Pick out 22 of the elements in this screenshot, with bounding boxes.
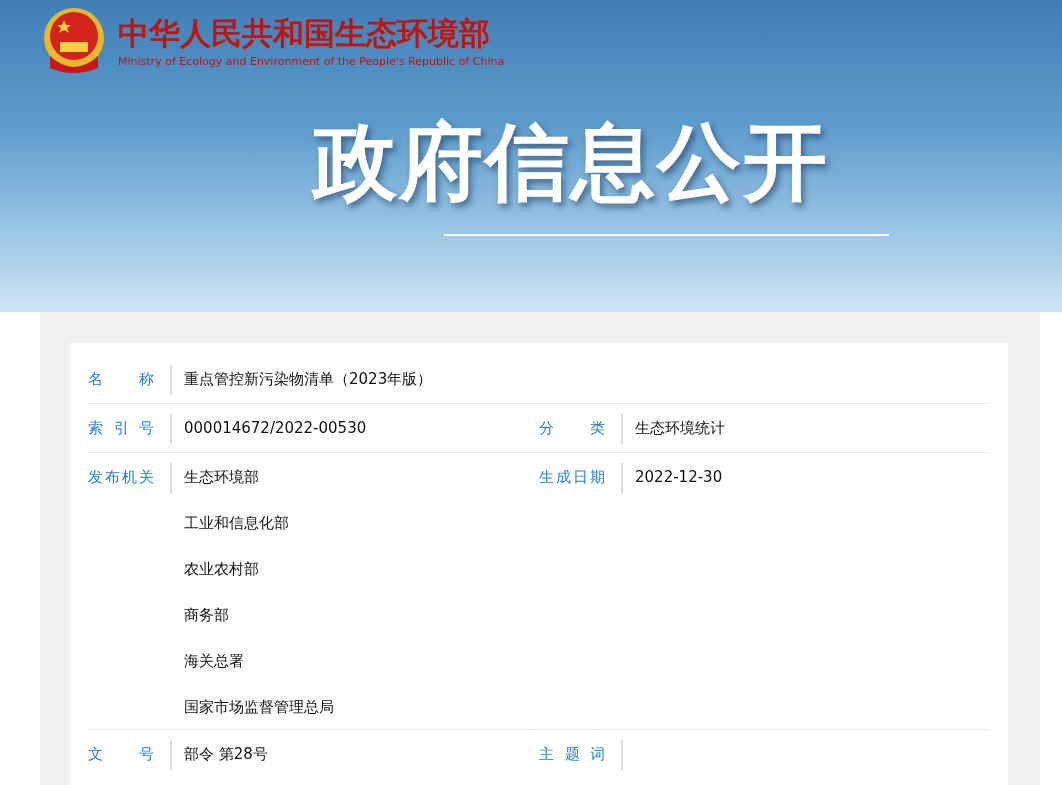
field-value: 海关总署 <box>184 651 245 672</box>
field-value: 农业农村部 <box>184 559 260 580</box>
field-label: 生成日期 <box>539 467 605 488</box>
field-value: 工业和信息化部 <box>184 513 290 534</box>
field-label: 名称 <box>88 369 154 390</box>
field-label: 发布机关 <box>88 467 154 488</box>
field-label: 索引号 <box>88 418 154 439</box>
field-value: 商务部 <box>184 605 230 626</box>
field-value: 重点管控新污染物清单（2023年版） <box>184 369 433 390</box>
field-value: 000014672/2022-00530 <box>184 418 367 439</box>
banner-title: 政府信息公开 <box>313 112 829 212</box>
emblem-icon <box>42 6 106 76</box>
field-value: 部令 第28号 <box>184 744 268 765</box>
field-value: 国家市场监督管理总局 <box>184 697 334 718</box>
field-label: 分类 <box>539 418 605 439</box>
ministry-english-name: Ministry of Ecology and Environment of the People's Republic of China <box>118 54 505 68</box>
field-label: 主题词 <box>539 744 605 765</box>
ministry-name: 中华人民共和国生态环境部 <box>118 14 491 51</box>
field-value: 2022-12-30 <box>635 467 723 488</box>
field-label: 文号 <box>88 744 154 765</box>
field-value: 生态环境统计 <box>635 418 725 439</box>
field-value: 生态环境部 <box>184 467 260 488</box>
